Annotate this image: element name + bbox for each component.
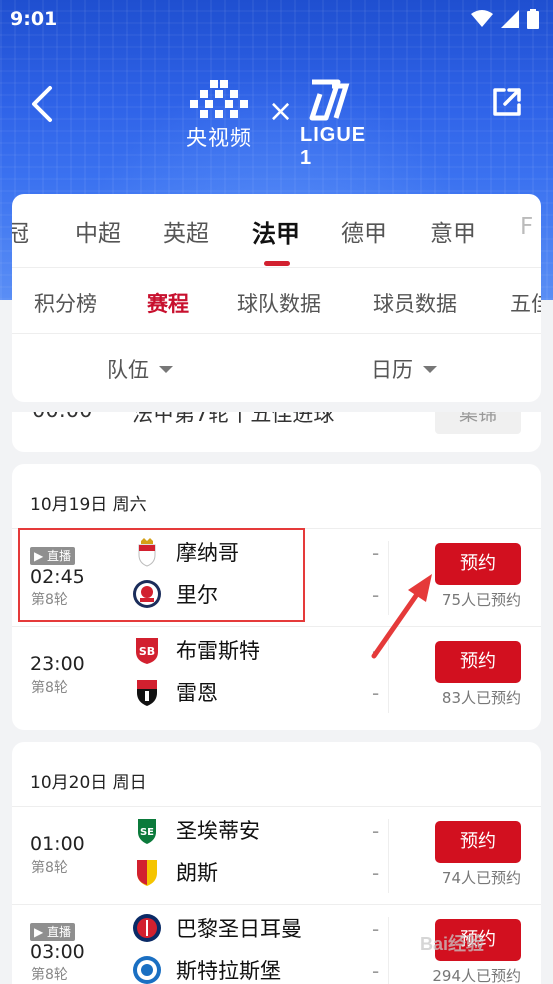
reserve-count: 83人已预约 [441, 689, 521, 707]
rennes-crest-icon [137, 680, 157, 706]
ligue1-text: LIGUE 1 [300, 124, 367, 169]
home-score: - [372, 819, 380, 843]
wifi-icon [471, 10, 493, 27]
reserve-button[interactable]: 预约 [435, 821, 521, 863]
away-team: 雷恩 [132, 675, 218, 709]
home-team: SE 圣埃蒂安 [132, 813, 260, 847]
match-row[interactable]: 01:00 第8轮 SE 圣埃蒂安 朗斯 - - 预约 74人已预约 [12, 806, 541, 904]
away-score: - [372, 861, 380, 885]
calendar-filter[interactable]: 日历 [371, 354, 437, 384]
home-score: - [372, 917, 380, 941]
tab-player-stats[interactable]: 球员数据 [373, 288, 457, 318]
highlights-button[interactable]: 集锦 [435, 412, 521, 434]
previous-title: 法甲第7轮丨五佳进球 [132, 412, 335, 426]
psg-crest-icon [133, 914, 161, 942]
watermark: Bai经验 [420, 934, 485, 954]
home-score: - [372, 541, 380, 565]
away-team-name: 斯特拉斯堡 [176, 959, 281, 983]
tab-ligue1[interactable]: 法甲 [252, 214, 300, 249]
reserve-button[interactable]: 预约 [435, 641, 521, 683]
tab-serie-a[interactable]: 意甲 [430, 214, 476, 248]
live-badge: ▶ 直播 [30, 923, 76, 941]
match-round: 第8轮 [31, 967, 68, 983]
chevron-down-icon [423, 365, 437, 373]
navigation-card: 冠 中超 英超 法甲 德甲 意甲 F 积分榜 赛程 球队数据 球员数据 五佳 队… [12, 194, 541, 402]
tab-team-stats[interactable]: 球队数据 [237, 288, 321, 318]
highlight-box [18, 528, 305, 622]
home-team-name: 巴黎圣日耳曼 [176, 917, 302, 941]
signal-icon [501, 10, 519, 28]
strasbourg-crest-icon [133, 956, 161, 984]
cctv-brand-text: 央视频 [186, 126, 252, 150]
away-team-name: 雷恩 [176, 681, 218, 705]
previous-match-card: 00:00 法甲第7轮丨五佳进球 集锦 [12, 412, 541, 452]
cctv-video-logo [190, 80, 248, 118]
lens-crest-icon [137, 860, 157, 886]
match-time: 23:00 [30, 653, 85, 675]
brest-crest-icon: SB [136, 638, 158, 664]
home-team: 巴黎圣日耳曼 [132, 911, 302, 945]
vertical-divider [388, 917, 389, 984]
away-score: - [372, 959, 380, 983]
active-tab-indicator [264, 261, 290, 266]
away-score: - [372, 681, 380, 705]
status-bar: 9:01 [0, 0, 553, 38]
chevron-down-icon [159, 365, 173, 373]
calendar-filter-label: 日历 [371, 358, 413, 382]
team-filter[interactable]: 队伍 [107, 354, 173, 384]
away-team: 斯特拉斯堡 [132, 953, 281, 984]
tab-standings[interactable]: 积分榜 [34, 288, 97, 318]
reserve-count: 294人已预约 [432, 967, 521, 984]
annotation-arrow-icon [371, 574, 432, 659]
reserve-count: 75人已预约 [441, 591, 521, 609]
tab-premier-league[interactable]: 英超 [163, 214, 209, 248]
day-date: 10月19日 周六 [30, 495, 147, 515]
share-icon[interactable] [489, 84, 525, 120]
svg-text:SB: SB [139, 645, 155, 658]
tab-csl[interactable]: 中超 [75, 214, 121, 248]
match-time: 03:00 [30, 941, 85, 963]
filters: 队伍 日历 [12, 334, 541, 402]
tab-league-partial-left[interactable]: 冠 [12, 214, 29, 248]
battery-icon [527, 9, 539, 29]
home-team-name: 圣埃蒂安 [176, 819, 260, 843]
reserve-count: 74人已预约 [441, 869, 521, 887]
league-tabs: 冠 中超 英超 法甲 德甲 意甲 F [12, 194, 541, 268]
ligue1-logo [309, 79, 350, 121]
day-date: 10月20日 周日 [30, 773, 147, 793]
tab-league-partial-right[interactable]: F [520, 214, 533, 240]
svg-text:SE: SE [140, 827, 154, 838]
match-round: 第8轮 [31, 860, 68, 876]
away-team-name: 朗斯 [176, 861, 218, 885]
home-team: SB 布雷斯特 [132, 633, 260, 667]
previous-time: 00:00 [32, 412, 93, 422]
home-team-name: 布雷斯特 [176, 639, 260, 663]
match-row[interactable]: 23:00 第8轮 SB 布雷斯特 雷恩 - - 预约 83人已预约 [12, 626, 541, 724]
vertical-divider [388, 819, 389, 893]
status-icons [471, 9, 539, 29]
back-icon[interactable] [26, 84, 60, 124]
times-sign: × [268, 94, 294, 129]
tab-schedule[interactable]: 赛程 [147, 288, 189, 318]
away-team: 朗斯 [132, 855, 218, 889]
match-time: 01:00 [30, 833, 85, 855]
team-filter-label: 队伍 [107, 358, 149, 382]
brand-logos: 央视频 × LIGUE 1 [184, 78, 384, 169]
tab-bundesliga[interactable]: 德甲 [341, 214, 387, 248]
tab-top5-partial[interactable]: 五佳 [510, 288, 541, 318]
match-round: 第8轮 [31, 680, 68, 696]
reserve-button[interactable]: 预约 [435, 543, 521, 585]
status-time: 9:01 [10, 8, 58, 30]
saint-etienne-crest-icon: SE [138, 819, 156, 844]
sub-tabs: 积分榜 赛程 球队数据 球员数据 五佳 [12, 268, 541, 334]
